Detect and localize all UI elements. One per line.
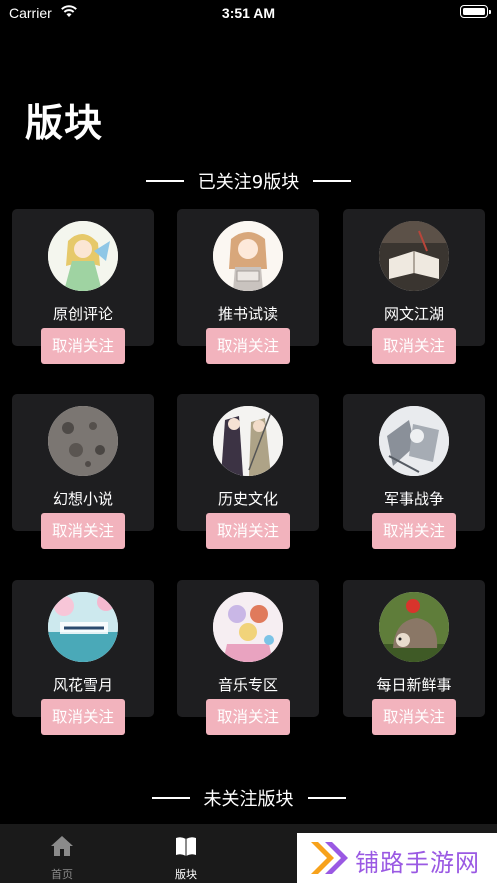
board-card[interactable]: 军事战争 取消关注 [343,394,485,549]
unfollowed-section-title: 未关注版块 [203,789,294,810]
board-name: 每日新鲜事 [376,676,452,694]
unfollow-button[interactable]: 取消关注 [41,328,125,364]
unfollow-button[interactable]: 取消关注 [41,699,125,735]
tab-board[interactable]: 版块 [146,824,226,883]
page-title: 版块 [25,101,104,145]
board-name: 军事战争 [383,490,444,508]
board-name: 历史文化 [217,490,278,508]
battery-icon [460,5,491,18]
board-name: 风花雪月 [52,676,113,694]
board-name: 音乐专区 [217,676,278,694]
followed-section-title: 已关注9版块 [197,172,300,193]
divider [307,797,346,799]
unfollow-button[interactable]: 取消关注 [41,513,125,549]
unfollow-button[interactable]: 取消关注 [372,328,456,364]
unfollow-button[interactable]: 取消关注 [372,699,456,735]
mecha-girl-icon [379,406,449,476]
anime-girl-reading-icon [213,221,283,291]
open-book-icon [379,221,449,291]
board-name: 幻想小说 [52,490,113,508]
anime-group-icon [213,592,283,662]
tab-home[interactable]: 首页 [22,824,102,883]
board-card[interactable]: 历史文化 取消关注 [177,394,319,549]
unfollow-button[interactable]: 取消关注 [372,513,456,549]
board-card[interactable]: 推书试读 取消关注 [177,209,319,364]
book-icon [176,837,196,856]
board-card[interactable]: 风花雪月 取消关注 [12,580,154,735]
divider [151,797,190,799]
followed-section-header: 已关注9版块 [0,168,497,194]
board-card[interactable]: 音乐专区 取消关注 [177,580,319,735]
board-name: 原创评论 [52,305,113,323]
tab-board-label: 版块 [175,868,197,881]
tab-home-label: 首页 [51,868,73,881]
home-icon [51,836,73,856]
board-card[interactable]: 网文江湖 取消关注 [343,209,485,364]
unfollow-button[interactable]: 取消关注 [206,699,290,735]
board-card[interactable]: 每日新鲜事 取消关注 [343,580,485,735]
board-name: 推书试读 [217,305,278,323]
clock: 3:51 AM [221,5,276,21]
watermark-text: 铺路手游网 [355,849,480,877]
watermark-logo-icon [311,842,348,874]
unfollow-button[interactable]: 取消关注 [206,513,290,549]
calligraphy-landscape-icon [48,592,118,662]
divider [145,180,184,182]
board-name: 网文江湖 [383,305,444,323]
status-bar: Carrier 3:51 AM [0,0,497,26]
board-card[interactable]: 幻想小说 取消关注 [12,394,154,549]
anime-warriors-icon [213,406,283,476]
hedgehog-apple-icon [379,592,449,662]
moon-surface-icon [48,406,118,476]
anime-girl-green-icon [48,221,118,291]
unfollow-button[interactable]: 取消关注 [206,328,290,364]
board-card[interactable]: 原创评论 取消关注 [12,209,154,364]
unfollowed-section-header: 未关注版块 [0,785,497,811]
divider [313,180,352,182]
watermark: 铺路手游网 [297,833,497,883]
